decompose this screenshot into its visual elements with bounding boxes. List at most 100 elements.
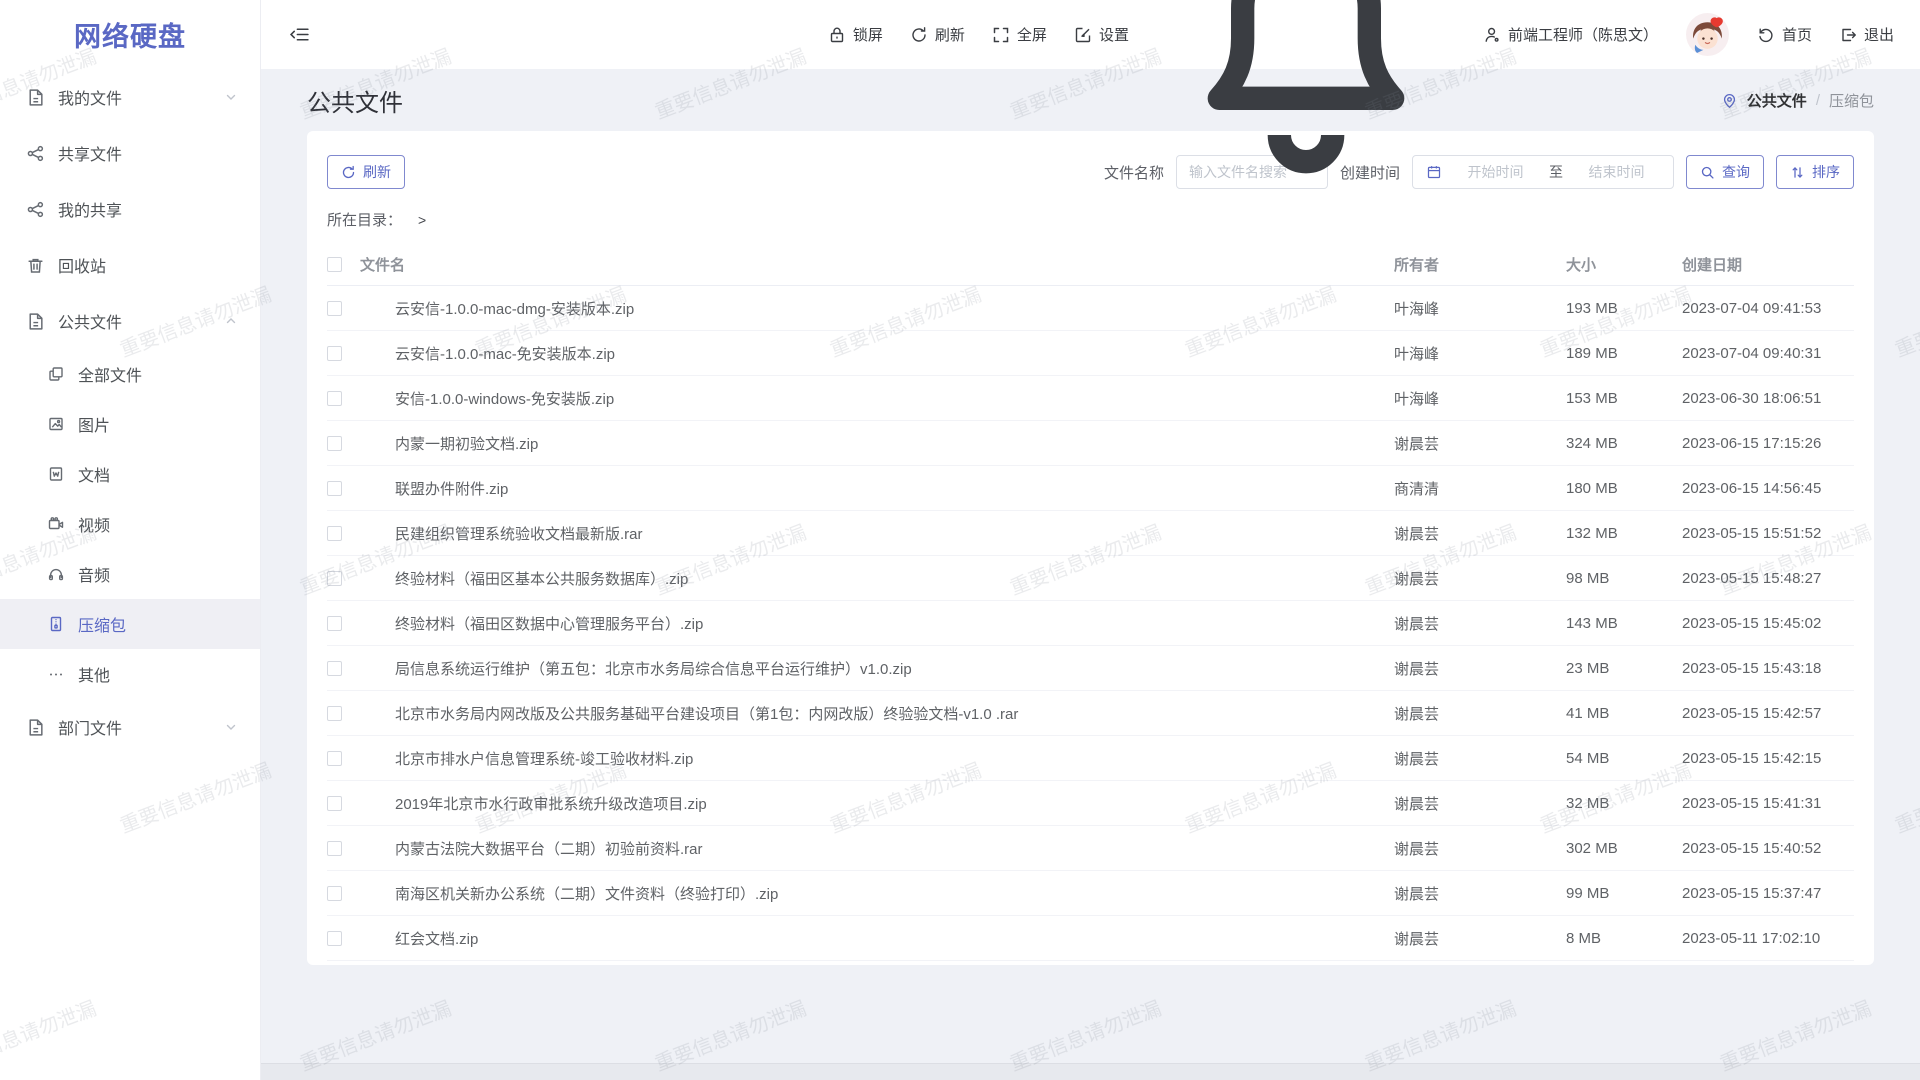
- sidebar-item-department-files[interactable]: 部门文件: [0, 699, 260, 755]
- row-checkbox[interactable]: [327, 841, 342, 856]
- file-name[interactable]: 云安信-1.0.0-mac-免安装版本.zip: [395, 343, 1394, 364]
- file-owner: 谢晨芸: [1394, 658, 1566, 679]
- row-checkbox[interactable]: [327, 526, 342, 541]
- file-created-date: 2023-05-15 15:43:18: [1682, 660, 1854, 677]
- row-checkbox[interactable]: [327, 346, 342, 361]
- sidebar-item-label: 音频: [78, 562, 110, 586]
- sidebar-item-images[interactable]: 图片: [0, 399, 260, 449]
- file-name[interactable]: 安信-1.0.0-windows-免安装版.zip: [395, 388, 1394, 409]
- sidebar-item-audio[interactable]: 音频: [0, 549, 260, 599]
- row-checkbox[interactable]: [327, 616, 342, 631]
- home-button[interactable]: 首页: [1757, 24, 1812, 45]
- fullscreen-button[interactable]: 全屏: [992, 24, 1047, 45]
- user-menu[interactable]: 前端工程师（陈思文）: [1483, 24, 1658, 45]
- select-all-checkbox[interactable]: [327, 257, 342, 272]
- refresh-list-button[interactable]: 刷新: [327, 155, 405, 189]
- query-button[interactable]: 查询: [1686, 155, 1764, 189]
- file-name[interactable]: 内蒙一期初验文档.zip: [395, 433, 1394, 454]
- sidebar-item-label: 共享文件: [58, 141, 122, 165]
- sidebar-item-recycle-bin[interactable]: 回收站: [0, 237, 260, 293]
- file-name[interactable]: 终验材料（福田区基本公共服务数据库）.zip: [395, 568, 1394, 589]
- sidebar-item-archives[interactable]: 压缩包: [0, 599, 260, 649]
- sidebar-collapse-icon[interactable]: [289, 24, 310, 45]
- row-checkbox[interactable]: [327, 706, 342, 721]
- sidebar-item-all-files[interactable]: 全部文件: [0, 349, 260, 399]
- file-created-date: 2023-05-11 17:02:10: [1682, 930, 1854, 947]
- search-icon: [1700, 165, 1715, 180]
- sidebar-item-label: 我的文件: [58, 85, 122, 109]
- table-row[interactable]: 云安信-1.0.0-mac-免安装版本.zip 叶海峰 189 MB 2023-…: [327, 331, 1854, 376]
- file-name[interactable]: 局信息系统运行维护（第五包：北京市水务局综合信息平台运行维护）v1.0.zip: [395, 658, 1394, 679]
- table-row[interactable]: 联盟办件附件.zip 商清清 180 MB 2023-06-15 14:56:4…: [327, 466, 1854, 511]
- file-owner: 谢晨芸: [1394, 928, 1566, 949]
- start-date-placeholder[interactable]: 开始时间: [1452, 162, 1539, 182]
- avatar[interactable]: [1685, 12, 1730, 57]
- file-owner: 谢晨芸: [1394, 838, 1566, 859]
- main-content: 公共文件 公共文件 / 压缩包 刷新: [261, 69, 1920, 1063]
- sidebar-item-videos[interactable]: 视频: [0, 499, 260, 549]
- file-size: 302 MB: [1566, 840, 1682, 857]
- sidebar-nav: 我的文件 共享文件 我的共享 回收站: [0, 69, 260, 755]
- column-header-name: 文件名: [360, 254, 1394, 275]
- table-row[interactable]: 2019年北京市水行政审批系统升级改造项目.zip 谢晨芸 32 MB 2023…: [327, 781, 1854, 826]
- file-size: 189 MB: [1566, 345, 1682, 362]
- sidebar-item-shared-files[interactable]: 共享文件: [0, 125, 260, 181]
- table-row[interactable]: 民建组织管理系统验收文档最新版.rar 谢晨芸 132 MB 2023-05-1…: [327, 511, 1854, 556]
- sidebar-item-my-shares[interactable]: 我的共享: [0, 181, 260, 237]
- breadcrumb: 公共文件 / 压缩包: [1721, 90, 1874, 111]
- sidebar-item-label: 回收站: [58, 253, 106, 277]
- file-name[interactable]: 内蒙古法院大数据平台（二期）初验前资料.rar: [395, 838, 1394, 859]
- file-name[interactable]: 民建组织管理系统验收文档最新版.rar: [395, 523, 1394, 544]
- sidebar-item-documents[interactable]: 文档: [0, 449, 260, 499]
- sidebar-item-public-files[interactable]: 公共文件: [0, 293, 260, 349]
- row-checkbox[interactable]: [327, 661, 342, 676]
- row-checkbox[interactable]: [327, 886, 342, 901]
- breadcrumb-parent[interactable]: 公共文件: [1747, 90, 1807, 111]
- file-icon: [26, 88, 45, 107]
- notifications-button[interactable]: 3: [1156, 0, 1456, 185]
- row-checkbox[interactable]: [327, 571, 342, 586]
- table-row[interactable]: 北京市排水户信息管理系统-竣工验收材料.zip 谢晨芸 54 MB 2023-0…: [327, 736, 1854, 781]
- row-checkbox[interactable]: [327, 796, 342, 811]
- row-checkbox[interactable]: [327, 931, 342, 946]
- settings-button[interactable]: 设置: [1074, 24, 1129, 45]
- table-row[interactable]: 南海区机关新办公系统（二期）文件资料（终验打印）.zip 谢晨芸 99 MB 2…: [327, 871, 1854, 916]
- table-row[interactable]: 内蒙古法院大数据平台（二期）初验前资料.rar 谢晨芸 302 MB 2023-…: [327, 826, 1854, 871]
- file-name[interactable]: 云安信-1.0.0-mac-dmg-安装版本.zip: [395, 298, 1394, 319]
- file-owner: 谢晨芸: [1394, 433, 1566, 454]
- file-name[interactable]: 北京市排水户信息管理系统-竣工验收材料.zip: [395, 748, 1394, 769]
- logout-button[interactable]: 退出: [1839, 24, 1894, 45]
- lock-screen-button[interactable]: 锁屏: [828, 24, 883, 45]
- table-row[interactable]: 局信息系统运行维护（第五包：北京市水务局综合信息平台运行维护）v1.0.zip …: [327, 646, 1854, 691]
- file-created-date: 2023-05-15 15:40:52: [1682, 840, 1854, 857]
- sidebar-item-label: 视频: [78, 512, 110, 536]
- table-row[interactable]: 云安信-1.0.0-mac-dmg-安装版本.zip 叶海峰 193 MB 20…: [327, 286, 1854, 331]
- table-row[interactable]: 终验材料（福田区数据中心管理服务平台）.zip 谢晨芸 143 MB 2023-…: [327, 601, 1854, 646]
- row-checkbox[interactable]: [327, 391, 342, 406]
- sidebar-item-my-files[interactable]: 我的文件: [0, 69, 260, 125]
- directory-arrow: >: [418, 212, 426, 228]
- row-checkbox[interactable]: [327, 436, 342, 451]
- file-name[interactable]: 终验材料（福田区数据中心管理服务平台）.zip: [395, 613, 1394, 634]
- row-checkbox[interactable]: [327, 301, 342, 316]
- file-name[interactable]: 红会文档.zip: [395, 928, 1394, 949]
- file-name[interactable]: 北京市水务局内网改版及公共服务基础平台建设项目（第1包：内网改版）终验验文档-v…: [395, 703, 1394, 724]
- table-row[interactable]: 内蒙一期初验文档.zip 谢晨芸 324 MB 2023-06-15 17:15…: [327, 421, 1854, 466]
- file-created-date: 2023-05-15 15:42:15: [1682, 750, 1854, 767]
- table-row[interactable]: 安信-1.0.0-windows-免安装版.zip 叶海峰 153 MB 202…: [327, 376, 1854, 421]
- file-name[interactable]: 2019年北京市水行政审批系统升级改造项目.zip: [395, 793, 1394, 814]
- end-date-placeholder[interactable]: 结束时间: [1573, 162, 1660, 182]
- table-row[interactable]: 红会文档.zip 谢晨芸 8 MB 2023-05-11 17:02:10: [327, 916, 1854, 961]
- file-size: 143 MB: [1566, 615, 1682, 632]
- table-row[interactable]: 终验材料（福田区基本公共服务数据库）.zip 谢晨芸 98 MB 2023-05…: [327, 556, 1854, 601]
- file-name[interactable]: 联盟办件附件.zip: [395, 478, 1394, 499]
- horizontal-scrollbar-track[interactable]: [261, 1063, 1920, 1080]
- row-checkbox[interactable]: [327, 481, 342, 496]
- file-name[interactable]: 南海区机关新办公系统（二期）文件资料（终验打印）.zip: [395, 883, 1394, 904]
- file-size: 99 MB: [1566, 885, 1682, 902]
- sort-button[interactable]: 排序: [1776, 155, 1854, 189]
- sidebar-item-others[interactable]: 其他: [0, 649, 260, 699]
- row-checkbox[interactable]: [327, 751, 342, 766]
- refresh-page-button[interactable]: 刷新: [910, 24, 965, 45]
- table-row[interactable]: 北京市水务局内网改版及公共服务基础平台建设项目（第1包：内网改版）终验验文档-v…: [327, 691, 1854, 736]
